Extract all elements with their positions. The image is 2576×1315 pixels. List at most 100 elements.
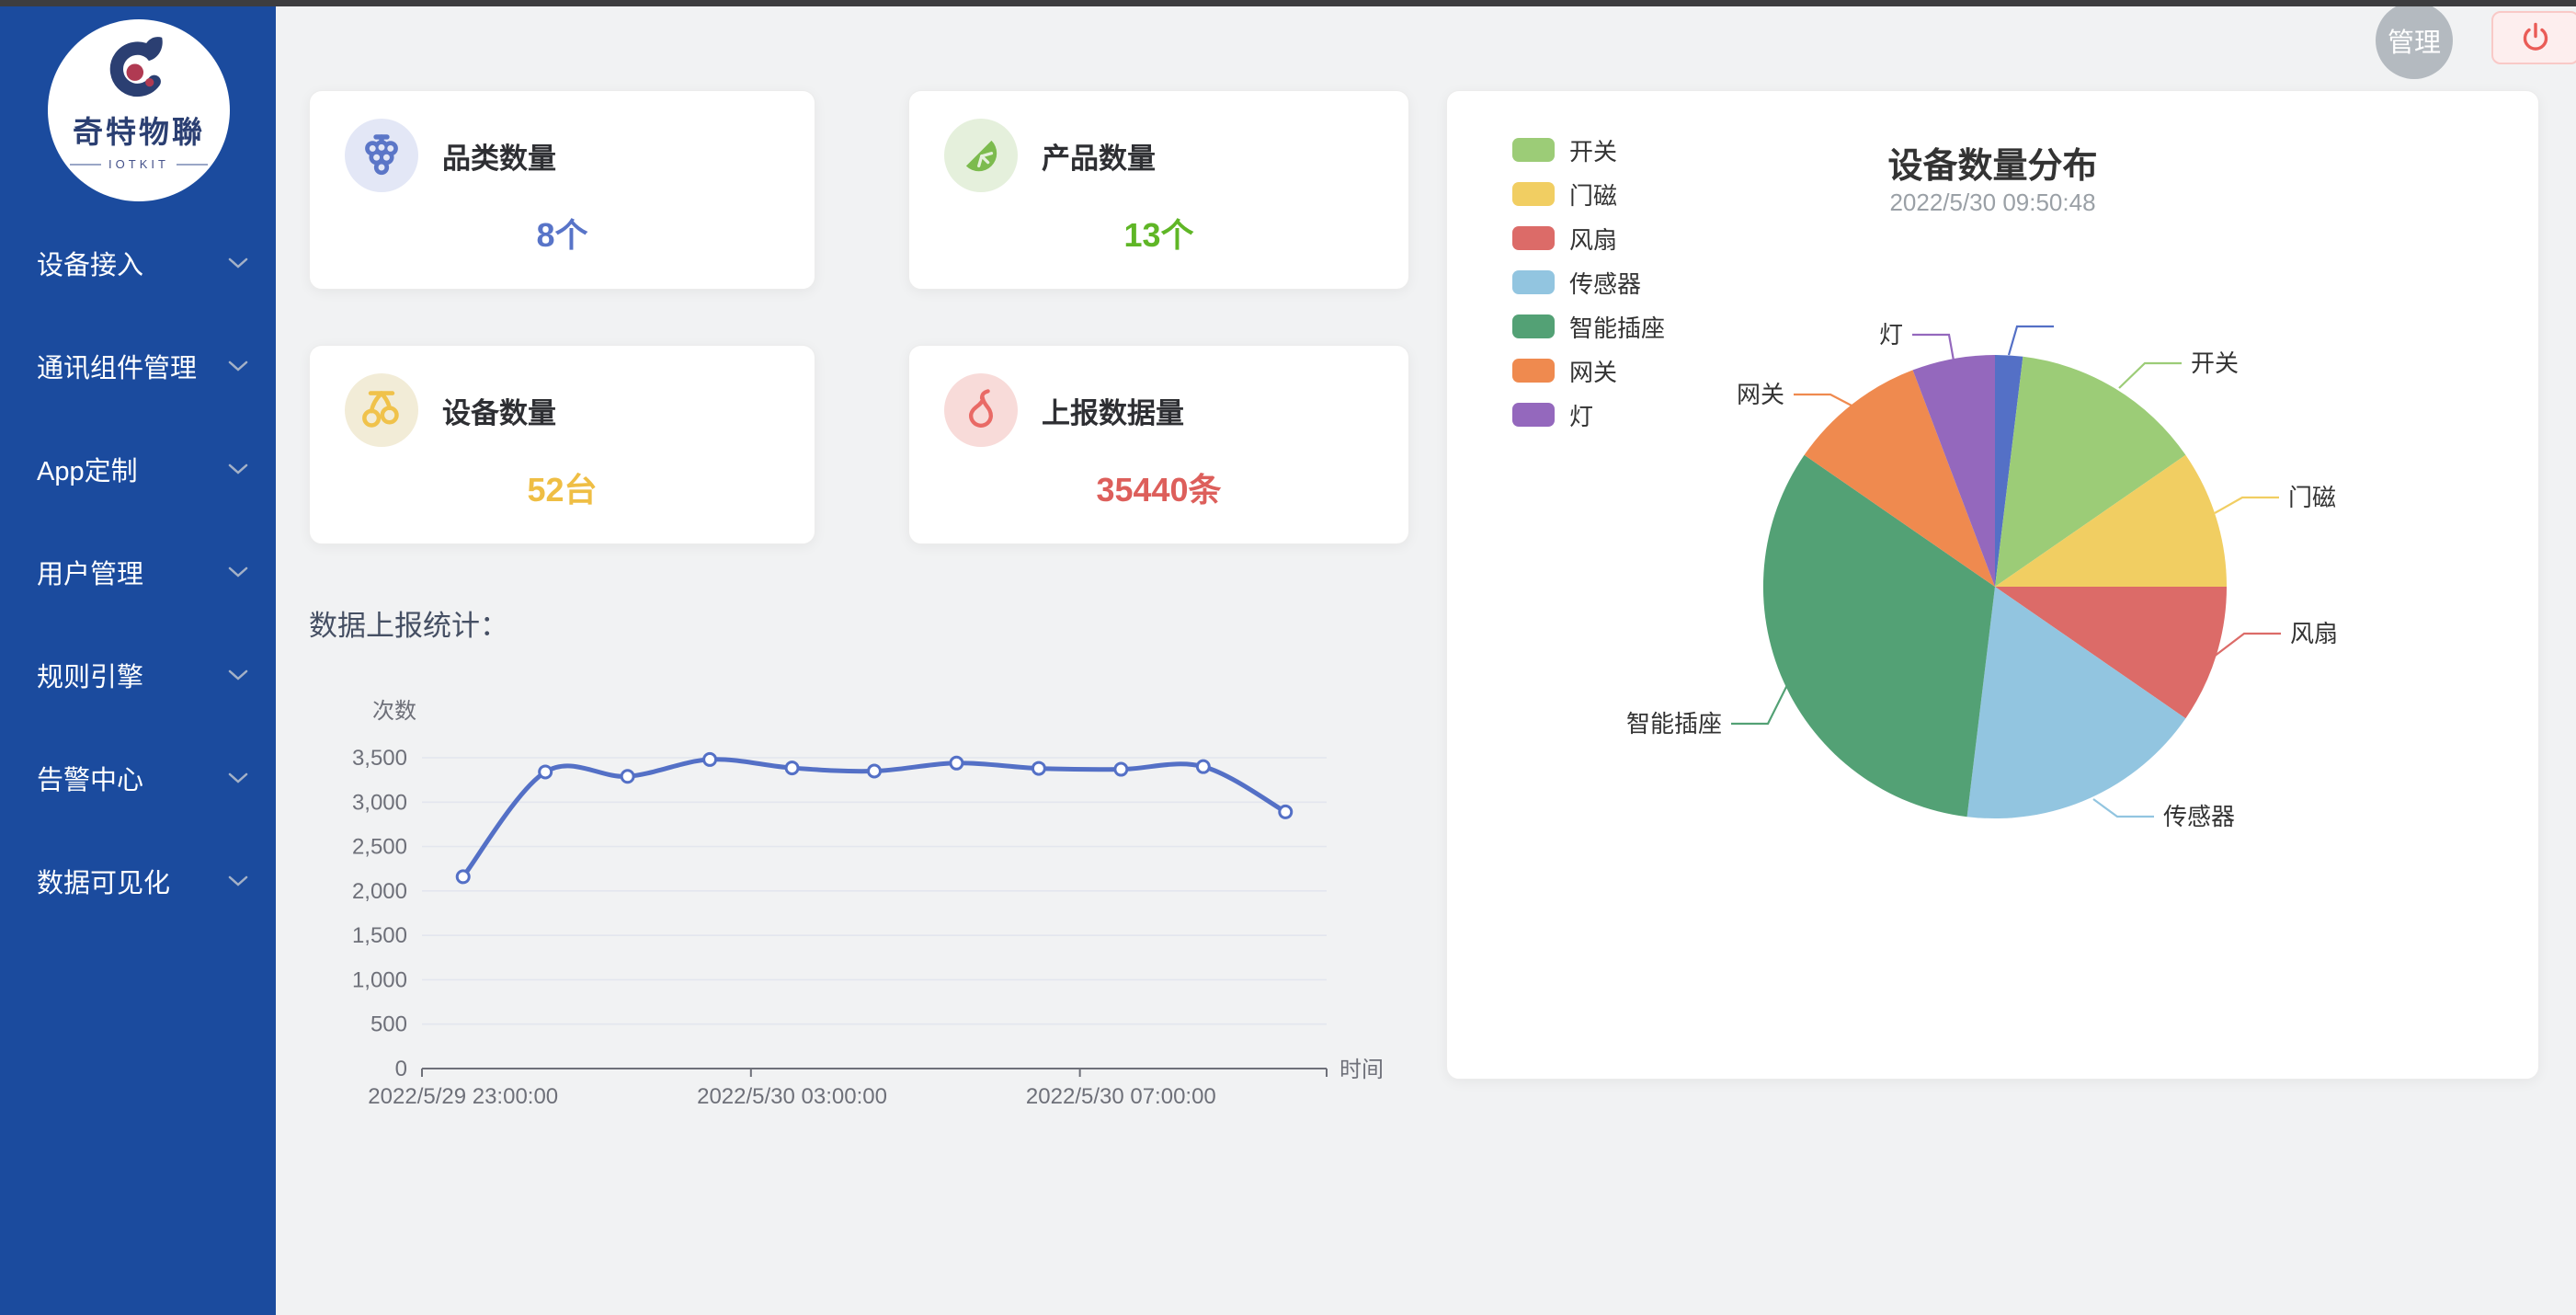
chevron-down-icon bbox=[228, 463, 248, 475]
sidebar-item-label: App定制 bbox=[37, 450, 138, 488]
sidebar-item-rule-engine[interactable]: 规则引擎 bbox=[0, 623, 276, 726]
grapes-icon bbox=[345, 119, 418, 192]
legend-label: 传感器 bbox=[1569, 266, 1641, 300]
lemon-icon bbox=[944, 119, 1018, 192]
y-tick-label: 3,500 bbox=[352, 746, 407, 771]
stat-card-products: 产品数量 13个 bbox=[908, 90, 1409, 290]
pie-label-line bbox=[2093, 799, 2154, 817]
stat-value: 52台 bbox=[310, 463, 815, 511]
data-point-marker[interactable] bbox=[540, 766, 552, 778]
legend-swatch bbox=[1512, 138, 1555, 162]
sidebar-item-label: 通讯组件管理 bbox=[37, 347, 197, 385]
avatar[interactable]: 管理 bbox=[2376, 2, 2453, 79]
stat-title: 产品数量 bbox=[1042, 135, 1156, 177]
legend-item[interactable]: 灯 bbox=[1512, 393, 1665, 437]
pear-icon bbox=[944, 373, 1018, 447]
chevron-down-icon bbox=[228, 360, 248, 372]
pie-label-line bbox=[1731, 683, 1788, 724]
y-tick-label: 500 bbox=[370, 1012, 407, 1037]
x-axis-name: 时间 bbox=[1339, 1058, 1384, 1082]
legend-item[interactable]: 开关 bbox=[1512, 128, 1665, 172]
sidebar-item-device-access[interactable]: 设备接入 bbox=[0, 212, 276, 314]
sidebar-item-label: 数据可见化 bbox=[37, 862, 170, 900]
stat-card-devices: 设备数量 52台 bbox=[309, 345, 815, 544]
pie-label-line bbox=[1794, 394, 1852, 406]
avatar-label: 管理 bbox=[2388, 21, 2441, 60]
legend-swatch bbox=[1512, 314, 1555, 338]
brand-subtitle: IOTKIT bbox=[70, 157, 208, 171]
data-point-marker[interactable] bbox=[786, 762, 798, 774]
chevron-down-icon bbox=[228, 875, 248, 887]
sidebar-item-alert-center[interactable]: 告警中心 bbox=[0, 726, 276, 829]
sidebar-item-data-visualization[interactable]: 数据可见化 bbox=[0, 829, 276, 932]
data-point-marker[interactable] bbox=[1197, 760, 1209, 772]
y-tick-label: 2,000 bbox=[352, 879, 407, 904]
legend-item[interactable]: 风扇 bbox=[1512, 216, 1665, 260]
top-window-strip bbox=[0, 0, 2576, 6]
pie-slice-label: 门磁 bbox=[2288, 484, 2336, 511]
data-point-marker[interactable] bbox=[869, 765, 881, 777]
sidebar-nav: 设备接入 通讯组件管理 App定制 用户管理 规则引擎 告警中心 数据可见化 bbox=[0, 212, 276, 932]
x-tick-label: 2022/5/29 23:00:00 bbox=[368, 1084, 558, 1109]
legend-label: 灯 bbox=[1569, 398, 1593, 432]
stat-card-reported-data: 上报数据量 35440条 bbox=[908, 345, 1409, 544]
iotkit-logo-icon bbox=[99, 32, 178, 109]
pie-slice-label: 风扇 bbox=[2290, 620, 2338, 647]
sidebar-item-label: 告警中心 bbox=[37, 759, 143, 797]
legend-item[interactable]: 智能插座 bbox=[1512, 304, 1665, 349]
data-point-marker[interactable] bbox=[704, 753, 716, 765]
sidebar-item-app-custom[interactable]: App定制 bbox=[0, 417, 276, 520]
chevron-down-icon bbox=[228, 669, 248, 681]
pie-legend: 开关 门磁 风扇 传感器 智能插座 网关 灯 bbox=[1512, 128, 1665, 437]
pie-label-line bbox=[2009, 326, 2054, 355]
y-tick-label: 1,500 bbox=[352, 923, 407, 948]
divider bbox=[70, 164, 101, 166]
pie-label-line bbox=[1912, 335, 1954, 360]
legend-item[interactable]: 网关 bbox=[1512, 349, 1665, 393]
stat-title: 上报数据量 bbox=[1042, 390, 1184, 431]
legend-label: 智能插座 bbox=[1569, 310, 1665, 344]
legend-item[interactable]: 传感器 bbox=[1512, 260, 1665, 304]
data-point-marker[interactable] bbox=[1115, 763, 1127, 775]
x-tick-label: 2022/5/30 03:00:00 bbox=[697, 1084, 887, 1109]
chevron-down-icon bbox=[228, 566, 248, 578]
logout-button[interactable] bbox=[2491, 11, 2576, 64]
legend-swatch bbox=[1512, 403, 1555, 427]
chevron-down-icon bbox=[228, 257, 248, 269]
sidebar: 奇特物聯 IOTKIT 设备接入 通讯组件管理 App定制 用户管理 规则引擎 bbox=[0, 6, 276, 1315]
report-line-chart[interactable]: 05001,0001,5002,0002,5003,0003,5002022/5… bbox=[294, 690, 1388, 1122]
sidebar-item-label: 设备接入 bbox=[37, 244, 143, 282]
brand-logo: 奇特物聯 IOTKIT bbox=[48, 19, 230, 201]
data-point-marker[interactable] bbox=[621, 771, 633, 783]
y-tick-label: 3,000 bbox=[352, 790, 407, 815]
stat-title: 品类数量 bbox=[442, 135, 556, 177]
y-axis-name: 次数 bbox=[372, 699, 416, 724]
y-tick-label: 2,500 bbox=[352, 835, 407, 860]
stat-title: 设备数量 bbox=[442, 390, 556, 431]
legend-swatch bbox=[1512, 270, 1555, 294]
report-section-heading: 数据上报统计： bbox=[309, 602, 508, 644]
x-tick-label: 2022/5/30 07:00:00 bbox=[1026, 1084, 1216, 1109]
chevron-down-icon bbox=[228, 772, 248, 784]
brand-subtitle-text: IOTKIT bbox=[108, 157, 169, 171]
data-point-marker[interactable] bbox=[951, 757, 963, 769]
sidebar-item-label: 用户管理 bbox=[37, 553, 143, 591]
data-point-marker[interactable] bbox=[1280, 806, 1292, 818]
sidebar-item-comm-components[interactable]: 通讯组件管理 bbox=[0, 314, 276, 417]
pie-slice-label: 网关 bbox=[1737, 381, 1784, 408]
data-point-marker[interactable] bbox=[457, 871, 469, 883]
legend-label: 网关 bbox=[1569, 354, 1617, 388]
legend-label: 门磁 bbox=[1569, 177, 1617, 212]
sidebar-item-user-mgmt[interactable]: 用户管理 bbox=[0, 520, 276, 623]
stat-card-categories: 品类数量 8个 bbox=[309, 90, 815, 290]
stat-value: 13个 bbox=[909, 209, 1408, 257]
pie-slice-label: 开关 bbox=[2191, 349, 2239, 377]
pie-slice-label: 传感器 bbox=[2163, 803, 2235, 830]
data-point-marker[interactable] bbox=[1032, 762, 1044, 774]
legend-swatch bbox=[1512, 359, 1555, 383]
pie-label-line bbox=[2215, 497, 2279, 513]
iot-dashboard: { "topbar": { "avatar_label": "管理" }, "s… bbox=[0, 0, 2576, 1315]
cherries-icon bbox=[345, 373, 418, 447]
device-distribution-panel: 开关门磁风扇传感器智能插座网关灯 设备数量分布 2022/5/30 09:50:… bbox=[1446, 90, 2539, 1080]
legend-item[interactable]: 门磁 bbox=[1512, 172, 1665, 216]
